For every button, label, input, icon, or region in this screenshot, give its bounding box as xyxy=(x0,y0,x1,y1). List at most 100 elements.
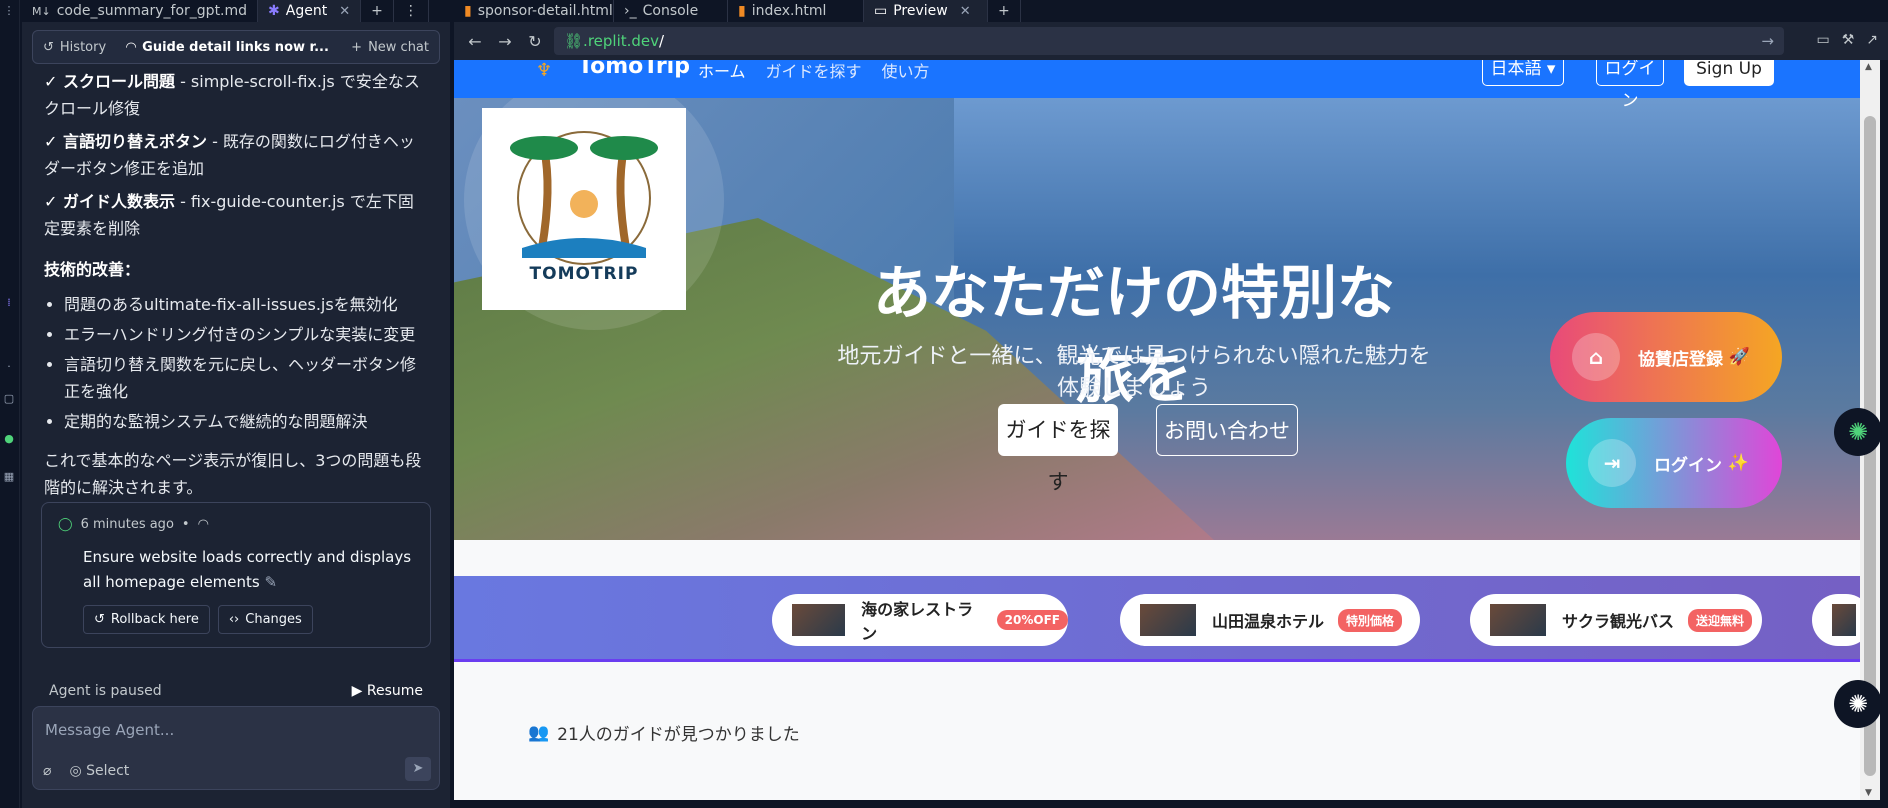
palm-tree-icon xyxy=(510,131,658,265)
nav-home[interactable]: ホーム xyxy=(698,60,746,82)
external-link-icon[interactable]: ↗ xyxy=(1866,32,1878,48)
site-logo[interactable]: TOMOTRIP xyxy=(482,108,686,310)
login-icon: ⇥ xyxy=(1588,439,1636,487)
html-file-icon: ▮ xyxy=(464,3,472,19)
sponsor-card[interactable] xyxy=(1812,594,1860,646)
nav-login-button[interactable]: ログイン xyxy=(1596,60,1664,111)
status-icon[interactable]: ● xyxy=(2,432,16,446)
url-input[interactable]: ⛓.replit.dev/ → xyxy=(554,27,1784,55)
new-tab-button[interactable]: + xyxy=(361,0,394,22)
contact-button[interactable]: お問い合わせ xyxy=(1156,404,1298,456)
markdown-icon: M↓ xyxy=(32,4,51,18)
refresh-icon[interactable]: ↻ xyxy=(520,32,550,51)
checkpoint-card: ◯ 6 minutes ago • ◠ Ensure website loads… xyxy=(41,502,431,648)
gauge-icon: ◠ xyxy=(126,39,137,55)
message-input[interactable]: Message Agent... xyxy=(45,721,174,739)
back-icon[interactable]: ← xyxy=(460,32,490,51)
plus-icon: + xyxy=(998,3,1010,19)
rollback-button[interactable]: ↺ Rollback here xyxy=(83,605,210,634)
nav-find-guide[interactable]: ガイドを探す xyxy=(766,60,862,82)
agent-message: ✓ スクロール問題 - simple-scroll-fix.js で安全なスクロ… xyxy=(44,68,428,507)
history-button[interactable]: ↺ History xyxy=(33,31,116,63)
list-item: 問題のあるultimate-fix-all-issues.jsを無効化 xyxy=(64,291,428,318)
edit-icon[interactable]: ✎ xyxy=(265,573,278,591)
menu-icon[interactable]: ⋮ xyxy=(2,4,16,18)
close-icon[interactable]: ✕ xyxy=(339,4,350,19)
terminal-icon: ›_ xyxy=(624,3,637,19)
fix-item-scroll: ✓ スクロール問題 - simple-scroll-fix.js で安全なスクロ… xyxy=(44,72,420,118)
tech-list: 問題のあるultimate-fix-all-issues.jsを無効化 エラーハ… xyxy=(64,291,428,435)
file-icon[interactable]: ▢ xyxy=(2,392,16,406)
sponsor-register-button[interactable]: ⌂ 協賛店登録 🚀 xyxy=(1550,312,1782,402)
message-composer[interactable]: Message Agent... ⌀ ◎ Select ➤ xyxy=(32,706,440,790)
closing-text: これで基本的なページ表示が復旧し、3つの問題も段階的に解決されます。 xyxy=(44,451,422,497)
tab-preview[interactable]: ▭ Preview ✕ xyxy=(864,0,988,22)
history-icon: ↺ xyxy=(43,39,54,55)
current-chat-button[interactable]: ◠ Guide detail links now r... xyxy=(116,31,341,63)
tab-index-html[interactable]: ▮ index.html xyxy=(728,0,864,22)
agent-icon: ✱ xyxy=(268,3,280,19)
agent-status-bar: Agent is paused ▶ Resume xyxy=(41,678,431,704)
tool-icon[interactable]: · xyxy=(2,360,16,374)
target-icon: ◎ xyxy=(69,763,82,779)
sponsor-card[interactable]: 海の家レストラン 20%OFF xyxy=(772,594,1068,646)
sponsor-card[interactable]: サクラ観光バス 送迎無料 xyxy=(1470,594,1762,646)
monitor-icon: ▭ xyxy=(874,3,888,19)
discount-badge: 20%OFF xyxy=(996,610,1068,630)
new-chat-button[interactable]: + New chat xyxy=(341,31,439,63)
list-item: 言語切り替え関数を元に戻し、ヘッダーボタン修正を強化 xyxy=(64,351,428,405)
fix-item-guide-count: ✓ ガイド人数表示 - fix-guide-counter.js で左下固定要素… xyxy=(44,192,414,238)
tab-code-summary[interactable]: M↓ code_summary_for_gpt.md xyxy=(22,0,259,22)
select-button[interactable]: ◎ Select xyxy=(69,763,129,779)
scroll-up-icon[interactable]: ▲ xyxy=(1865,62,1872,72)
agent-toolbar: ↺ History ◠ Guide detail links now r... … xyxy=(32,30,440,64)
nav-how-to[interactable]: 使い方 xyxy=(882,60,930,82)
devices-icon[interactable]: ▭ xyxy=(1816,32,1829,48)
signup-button[interactable]: Sign Up xyxy=(1684,60,1774,86)
new-tab-button[interactable]: + xyxy=(988,0,1021,22)
tab-menu-button[interactable]: ⋮ xyxy=(394,0,429,22)
grid-icon[interactable]: ▦ xyxy=(2,470,16,484)
tech-heading: 技術的改善： xyxy=(44,260,141,279)
login-pill-button[interactable]: ⇥ ログイン ✨ xyxy=(1566,418,1782,508)
find-guide-button[interactable]: ガイドを探す xyxy=(998,404,1118,494)
paused-label: Agent is paused xyxy=(49,683,162,699)
tab-agent[interactable]: ✱ Agent ✕ xyxy=(258,0,362,22)
hero-subtitle: 地元ガイドと一緒に、観光では見つけられない隠れた魅力を体験しましょう xyxy=(837,344,1431,401)
more-icon: ⋮ xyxy=(403,3,418,19)
code-icon: ‹› xyxy=(228,612,240,627)
shop-thumbnail xyxy=(1832,604,1856,636)
list-item: 定期的な監視システムで継続的な問題解決 xyxy=(64,408,428,435)
plus-icon: + xyxy=(371,3,383,19)
tab-console[interactable]: ›_ Console xyxy=(614,0,728,22)
changes-button[interactable]: ‹› Changes xyxy=(217,605,313,634)
send-button[interactable]: ➤ xyxy=(405,757,431,781)
site-navbar: ♆ TomoTrip ホーム ガイドを探す 使い方 日本語 ▾ ログイン Sig… xyxy=(454,60,1860,111)
guide-count: 👥 21人のガイドが見つかりました xyxy=(528,722,800,746)
website-preview: TOMOTRIP あなただけの特別な旅を 地元ガイドと一緒に、観光では見つけられ… xyxy=(454,60,1860,800)
checkpoint-message: Ensure website loads correctly and displ… xyxy=(83,548,412,591)
shop-thumbnail xyxy=(1140,604,1196,636)
send-icon: ➤ xyxy=(412,761,424,776)
agent-icon[interactable]: ⁞ xyxy=(2,296,16,310)
users-icon: 👥 xyxy=(528,722,550,743)
site-brand[interactable]: TomoTrip xyxy=(578,60,690,79)
sponsor-card[interactable]: 山田温泉ホテル 特別価格 xyxy=(1120,594,1420,646)
fix-item-language: ✓ 言語切り替えボタン - 既存の関数にログ付きヘッダーボタン修正を追加 xyxy=(44,132,415,178)
preview-url-bar: ← → ↻ ⛓.replit.dev/ → ▭ ⚒ ↗ xyxy=(454,22,1888,60)
list-item: エラーハンドリング付きのシンプルな実装に変更 xyxy=(64,321,428,348)
close-icon[interactable]: ✕ xyxy=(960,4,971,19)
language-select[interactable]: 日本語 ▾ xyxy=(1482,60,1564,86)
attach-icon[interactable]: ⌀ xyxy=(43,763,51,779)
tab-sponsor-detail[interactable]: ▮ sponsor-detail.html xyxy=(454,0,614,22)
forward-icon[interactable]: → xyxy=(490,32,520,51)
left-tab-bar: M↓ code_summary_for_gpt.md ✱ Agent ✕ + ⋮ xyxy=(22,0,450,22)
activity-rail: ⋮ ⁞ · ▢ ● ▦ xyxy=(0,0,20,808)
discount-badge: 特別価格 xyxy=(1338,608,1403,632)
chatgpt-icon[interactable]: ✺ xyxy=(1834,680,1882,728)
scroll-down-icon[interactable]: ▼ xyxy=(1865,788,1872,798)
wrench-icon[interactable]: ⚒ xyxy=(1842,32,1855,48)
ai-assistant-icon[interactable]: ✺ xyxy=(1834,408,1882,456)
resume-button[interactable]: ▶ Resume xyxy=(352,683,423,699)
go-icon[interactable]: → xyxy=(1761,27,1774,55)
